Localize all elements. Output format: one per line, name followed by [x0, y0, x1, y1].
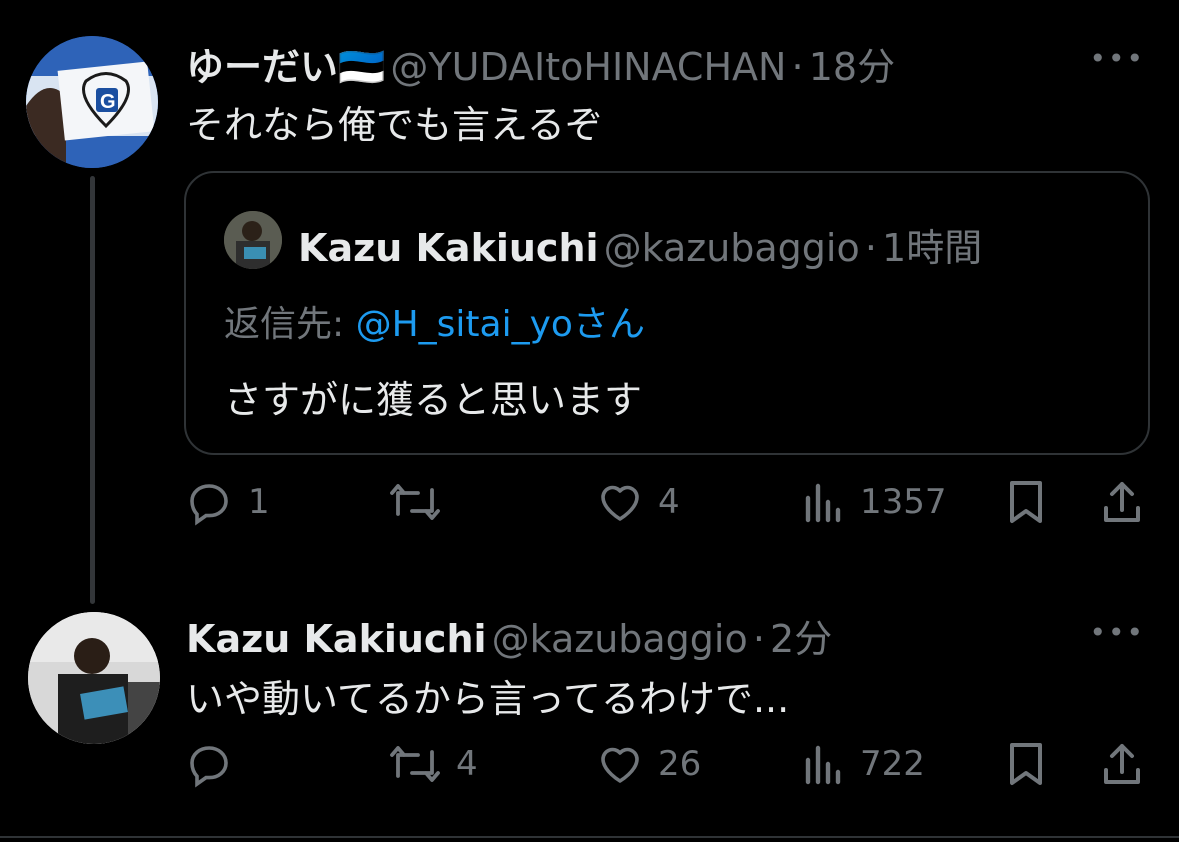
like-count: 4: [658, 482, 680, 522]
tweet-text: それなら俺でも言えるぞ: [186, 103, 603, 147]
quote-avatar-image-icon: [224, 211, 282, 269]
more-options-icon[interactable]: •••: [1089, 42, 1145, 75]
quote-avatar[interactable]: [224, 211, 282, 269]
reply-to-prefix: 返信先:: [224, 304, 345, 345]
tweet-text: いや動いてるから言ってるわけで...: [186, 677, 790, 721]
tweet-2[interactable]: Kazu Kakiuchi @kazubaggio · 2分 ••• いや動いて…: [0, 600, 1179, 836]
view-count: 722: [860, 744, 925, 784]
svg-text:G: G: [100, 91, 116, 113]
tweet-header: Kazu Kakiuchi @kazubaggio · 2分: [186, 608, 832, 663]
bookmark-button[interactable]: [1006, 740, 1046, 788]
views-button[interactable]: 722: [802, 740, 925, 788]
tweet-header: ゆーだい🇪🇪 @YUDAItoHINACHAN · 18分: [186, 36, 895, 91]
retweet-button[interactable]: [388, 478, 456, 526]
reply-icon: [190, 746, 228, 788]
views-chart-icon: [805, 745, 841, 785]
views-button[interactable]: 1357: [802, 478, 947, 526]
tweet-1[interactable]: G ゆーだい🇪🇪 @YUDAItoHINACHAN · 18分 ••• それなら…: [0, 0, 1179, 560]
retweet-count: 4: [456, 744, 478, 784]
avatar-image-icon: [28, 612, 160, 744]
retweet-icon: [390, 746, 440, 782]
reply-to-suffix: さん: [572, 304, 645, 345]
display-name[interactable]: Kazu Kakiuchi: [186, 617, 487, 661]
like-button[interactable]: 26: [596, 740, 701, 788]
tweet-divider: [0, 836, 1179, 838]
reply-button[interactable]: [186, 740, 248, 788]
quote-display-name[interactable]: Kazu Kakiuchi: [298, 226, 599, 270]
view-count: 1357: [860, 482, 947, 522]
avatar-image-icon: G: [26, 36, 158, 168]
separator-dot: ·: [864, 226, 877, 270]
timestamp[interactable]: 18分: [809, 45, 895, 89]
quote-user-handle[interactable]: @kazubaggio: [604, 226, 860, 270]
avatar[interactable]: [28, 612, 160, 744]
share-button[interactable]: [1100, 478, 1144, 526]
reply-button[interactable]: 1: [186, 478, 270, 526]
reply-to-line: 返信先: @H_sitai_yoさん: [224, 295, 645, 347]
like-button[interactable]: 4: [596, 478, 680, 526]
display-name[interactable]: ゆーだい🇪🇪: [186, 45, 385, 89]
bookmark-icon: [1010, 743, 1042, 785]
heart-icon: [601, 747, 639, 783]
share-icon: [1104, 744, 1140, 784]
user-handle[interactable]: @YUDAItoHINACHAN: [390, 45, 786, 89]
bookmark-icon: [1010, 481, 1042, 523]
reply-count: 1: [248, 482, 270, 522]
heart-icon: [601, 485, 639, 521]
tweet-actions: 4 26 722: [186, 740, 1146, 800]
bookmark-button[interactable]: [1006, 478, 1046, 526]
views-chart-icon: [805, 483, 841, 523]
retweet-button[interactable]: 4: [388, 740, 478, 788]
timestamp[interactable]: 2分: [770, 617, 832, 661]
quote-header: Kazu Kakiuchi @kazubaggio · 1時間: [298, 217, 982, 272]
quoted-tweet[interactable]: Kazu Kakiuchi @kazubaggio · 1時間 返信先: @H_…: [184, 171, 1150, 455]
tweet-actions: 1 4 1357: [186, 478, 1146, 538]
share-button[interactable]: [1100, 740, 1144, 788]
quote-timestamp[interactable]: 1時間: [882, 226, 982, 270]
separator-dot: ·: [791, 45, 804, 89]
quote-text: さすがに獲ると思います: [224, 378, 643, 422]
separator-dot: ·: [752, 617, 765, 661]
share-icon: [1104, 482, 1140, 522]
retweet-icon: [390, 484, 440, 520]
reply-icon: [190, 484, 228, 526]
user-handle[interactable]: @kazubaggio: [492, 617, 748, 661]
reply-to-mention[interactable]: @H_sitai_yo: [356, 304, 573, 345]
avatar[interactable]: G: [26, 36, 158, 168]
like-count: 26: [658, 744, 702, 784]
more-options-icon[interactable]: •••: [1089, 616, 1145, 649]
